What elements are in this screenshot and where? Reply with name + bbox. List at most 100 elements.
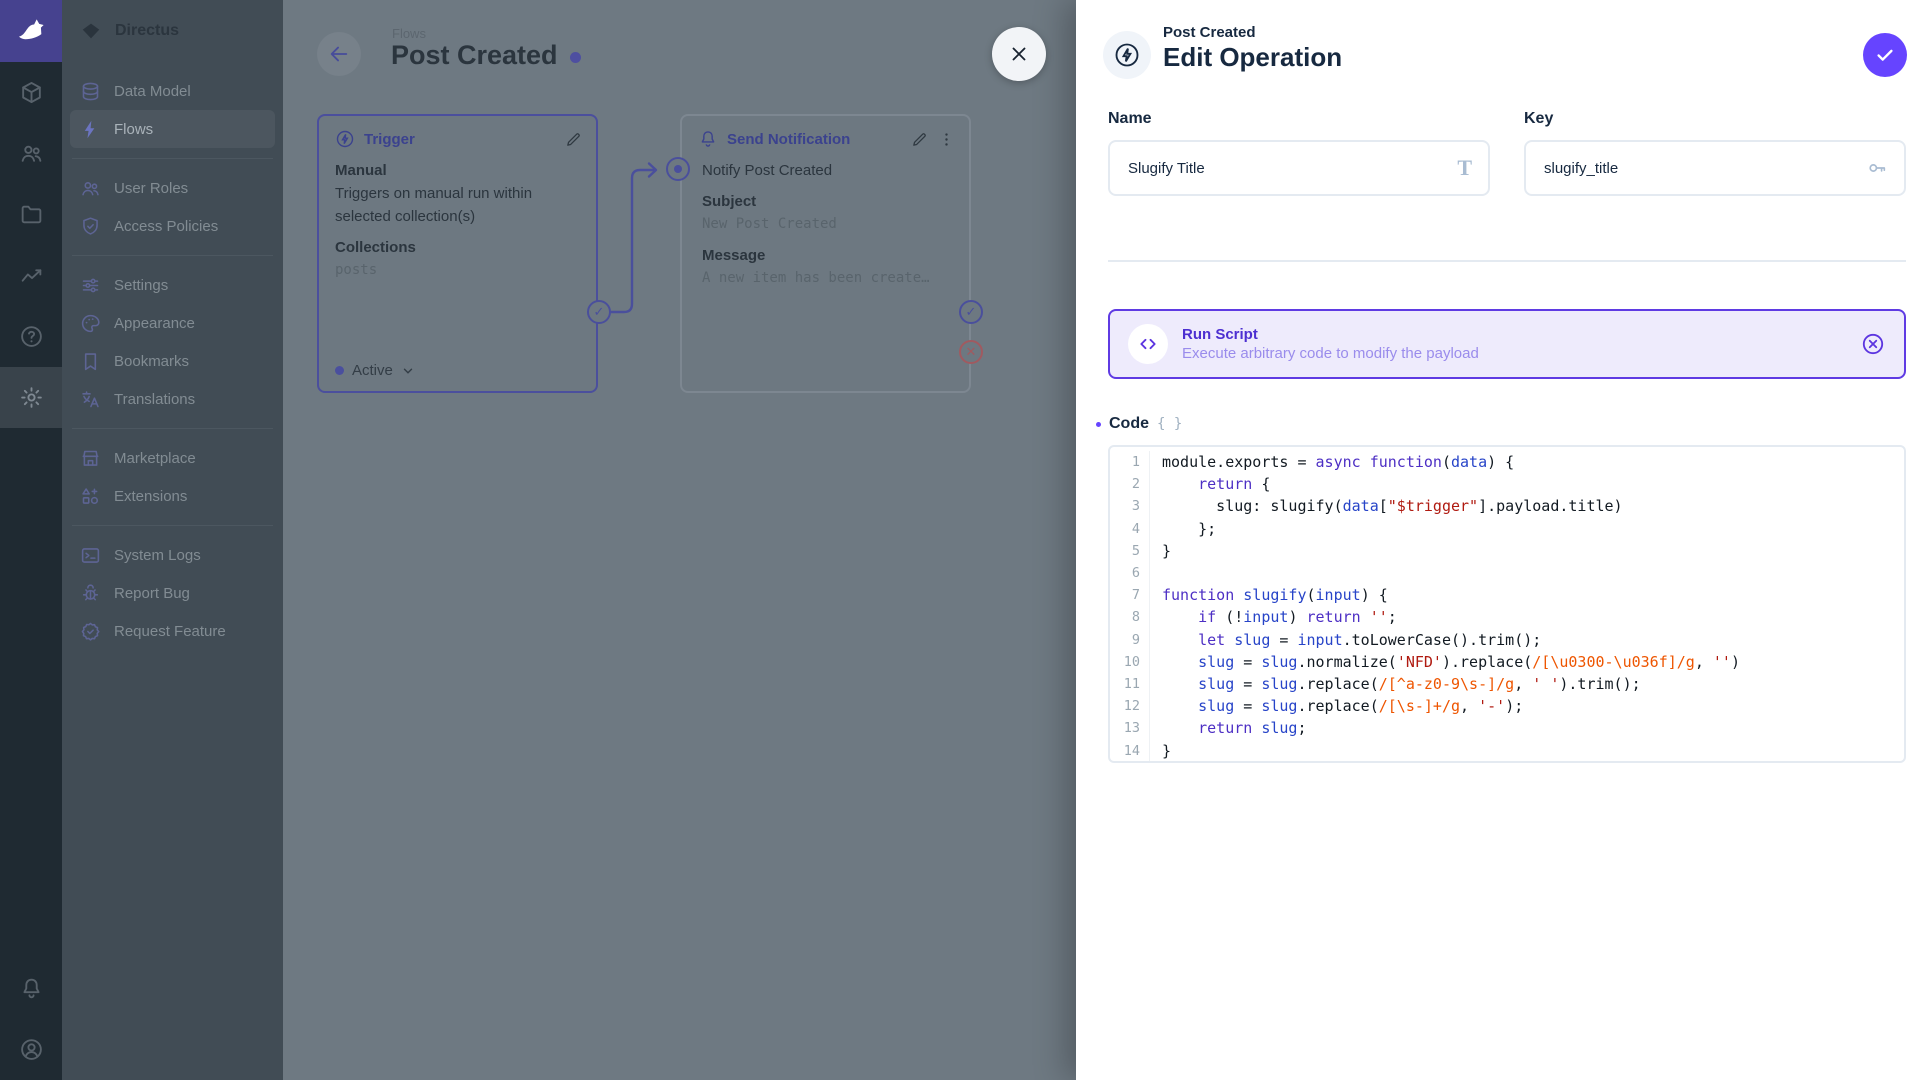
appearance-icon: [80, 313, 101, 334]
line-number: 7: [1110, 584, 1150, 606]
breadcrumb[interactable]: Flows: [392, 26, 426, 41]
trigger-type: Manual: [335, 159, 580, 182]
modulebar-module-files[interactable]: [0, 184, 62, 245]
key-field: [1524, 140, 1906, 196]
sidebar-item-system-logs[interactable]: System Logs: [70, 536, 275, 574]
message-value: A new item has been create…: [702, 267, 953, 290]
operation-reject-node[interactable]: ✕: [959, 340, 983, 364]
code-line: 7function slugify(input) {: [1110, 584, 1904, 606]
close-drawer-button[interactable]: [992, 27, 1046, 81]
modulebar-module-settings[interactable]: [0, 367, 62, 428]
sidebar-item-report-bug[interactable]: Report Bug: [70, 574, 275, 612]
module-users-icon: [19, 141, 44, 166]
check-icon: [1874, 44, 1896, 66]
sidebar-item-label: Data Model: [114, 83, 191, 100]
code-label-row: Code { }: [1096, 415, 1182, 433]
back-button[interactable]: [317, 32, 361, 76]
edit-pencil-icon[interactable]: [565, 131, 582, 148]
collections-label: Collections: [335, 236, 580, 259]
run-script-subtitle: Execute arbitrary code to modify the pay…: [1182, 345, 1479, 362]
code-line: 5}: [1110, 540, 1904, 562]
sidebar-item-label: System Logs: [114, 547, 201, 564]
marketplace-icon: [80, 448, 101, 469]
run-script-card[interactable]: Run Script Execute arbitrary code to mod…: [1108, 309, 1906, 379]
code-line: 14}: [1110, 740, 1904, 762]
name-input[interactable]: [1126, 159, 1457, 178]
drawer-title: Edit Operation: [1163, 42, 1342, 73]
line-number: 12: [1110, 695, 1150, 717]
line-number: 1: [1110, 451, 1150, 473]
modulebar-user-avatar[interactable]: [0, 1019, 62, 1080]
notification-panel-title: Send Notification: [727, 131, 850, 148]
key-icon: [1866, 157, 1888, 179]
sidebar-item-data-model[interactable]: Data Model: [70, 72, 275, 110]
code-line: 13 return slug;: [1110, 717, 1904, 739]
sidebar-item-request-feature[interactable]: Request Feature: [70, 612, 275, 650]
directus-rabbit-icon[interactable]: [0, 0, 62, 62]
active-dot: [335, 366, 344, 375]
sidebar-item-label: Request Feature: [114, 623, 226, 640]
sidebar-item-access-policies[interactable]: Access Policies: [70, 207, 275, 245]
line-number: 14: [1110, 740, 1150, 762]
modulebar-module-help[interactable]: [0, 306, 62, 367]
notifications-bell-icon: [19, 976, 44, 1001]
bookmarks-icon: [80, 351, 101, 372]
project-header[interactable]: Directus: [62, 0, 283, 62]
code-label: Code: [1109, 415, 1149, 433]
sidebar-item-user-roles[interactable]: User Roles: [70, 169, 275, 207]
kebab-menu-icon[interactable]: [938, 131, 955, 148]
project-name: Directus: [115, 22, 179, 40]
operation-bolt-circle-icon: [1103, 31, 1151, 79]
access-policies-icon: [80, 216, 101, 237]
code-line: 2 return {: [1110, 473, 1904, 495]
edit-pencil-icon[interactable]: [911, 131, 928, 148]
line-number: 3: [1110, 495, 1150, 517]
flows-icon: [80, 119, 101, 140]
sidebar-item-bookmarks[interactable]: Bookmarks: [70, 342, 275, 380]
flow-status-toggle[interactable]: Active: [335, 362, 415, 379]
message-label: Message: [702, 244, 953, 267]
sidebar-item-flows[interactable]: Flows: [70, 110, 275, 148]
flow-status-dot: [570, 52, 581, 63]
line-number: 6: [1110, 562, 1150, 584]
sidebar-item-translations[interactable]: Translations: [70, 380, 275, 418]
modulebar-module-users[interactable]: [0, 123, 62, 184]
required-dot: [1096, 422, 1101, 427]
arrow-left-icon: [328, 43, 350, 65]
operation-input-node[interactable]: [666, 157, 690, 181]
sidebar-item-marketplace[interactable]: Marketplace: [70, 439, 275, 477]
trigger-resolve-node[interactable]: ✓: [587, 300, 611, 324]
save-button[interactable]: [1863, 33, 1907, 77]
modulebar-module-insights[interactable]: [0, 245, 62, 306]
sidebar-item-appearance[interactable]: Appearance: [70, 304, 275, 342]
sidebar-item-label: Translations: [114, 391, 195, 408]
sidebar-item-label: Bookmarks: [114, 353, 189, 370]
modulebar-module-content[interactable]: [0, 62, 62, 123]
sidebar-item-settings[interactable]: Settings: [70, 266, 275, 304]
run-script-title: Run Script: [1182, 326, 1479, 343]
subject-label: Subject: [702, 190, 953, 213]
send-notification-panel[interactable]: Send Notification Notify Post Created Su…: [680, 114, 971, 393]
system-logs-icon: [80, 545, 101, 566]
line-number: 4: [1110, 518, 1150, 540]
raw-value-icon: { }: [1157, 416, 1182, 432]
sidebar-item-extensions[interactable]: Extensions: [70, 477, 275, 515]
sidebar-item-label: Report Bug: [114, 585, 190, 602]
code-editor[interactable]: 1module.exports = async function(data) {…: [1108, 445, 1906, 763]
code-line: 3 slug: slugify(data["$trigger"].payload…: [1110, 495, 1904, 517]
report-bug-icon: [80, 583, 101, 604]
line-number: 8: [1110, 606, 1150, 628]
nav-divider: [72, 158, 273, 159]
key-input[interactable]: [1542, 159, 1866, 178]
remove-operation-icon[interactable]: [1860, 331, 1886, 357]
modulebar-notifications-bell[interactable]: [0, 958, 62, 1019]
line-number: 5: [1110, 540, 1150, 562]
code-line: 11 slug = slug.replace(/[^a-z0-9\s-]/g, …: [1110, 673, 1904, 695]
trigger-panel[interactable]: Trigger Manual Triggers on manual run wi…: [317, 114, 598, 393]
name-label: Name: [1108, 110, 1152, 128]
operation-resolve-node[interactable]: ✓: [959, 300, 983, 324]
sidebar-item-label: User Roles: [114, 180, 188, 197]
code-line: 9 let slug = input.toLowerCase().trim();: [1110, 629, 1904, 651]
nav-divider: [72, 428, 273, 429]
module-files-icon: [19, 202, 44, 227]
